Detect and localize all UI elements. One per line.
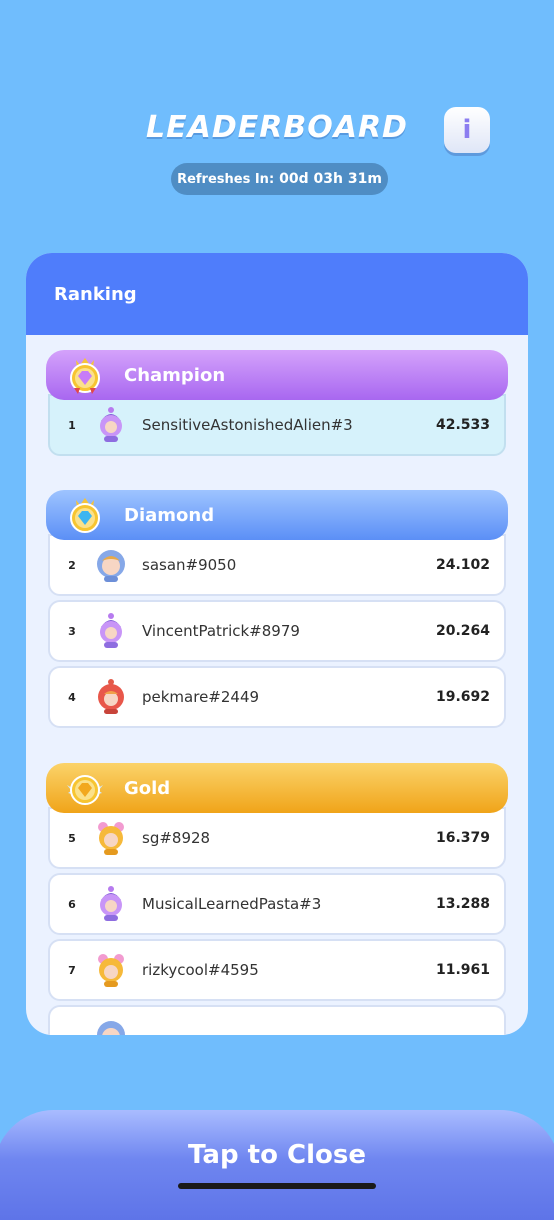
leaderboard-row[interactable]: 1 SensitiveAstonishedAlien#3 42.533: [48, 394, 506, 456]
leaderboard-row[interactable]: 5 sg#8928 16.379: [48, 807, 506, 869]
player-score: 24.102: [435, 557, 490, 573]
player-avatar-icon: [100, 886, 122, 921]
player-avatar-icon: [100, 613, 122, 648]
player-avatar-icon: [98, 822, 124, 855]
rank-number: 7: [68, 963, 76, 977]
player-avatar-icon: [97, 1021, 125, 1035]
player-score: 20.264: [435, 623, 490, 639]
player-score: 19.692: [435, 689, 490, 705]
rank-number: 1: [68, 418, 76, 432]
ranking-panel[interactable]: Ranking Champion 1 SensitiveAstonishedAl…: [26, 253, 528, 1035]
tier-champion: Champion 1 SensitiveAstonishedAlien#3 42…: [46, 350, 508, 460]
rank-number: 4: [68, 690, 76, 704]
leaderboard-row[interactable]: 7 rizkycool#4595 11.961: [48, 939, 506, 1001]
player-score: 11.961: [435, 962, 490, 978]
tier-rows-champion: 1 SensitiveAstonishedAlien#3 42.533: [46, 394, 508, 456]
player-avatar-icon: [98, 679, 124, 714]
player-name: sg#8928: [142, 829, 211, 847]
player-name: SensitiveAstonishedAlien#3: [142, 416, 353, 434]
info-icon: i: [462, 115, 472, 145]
tier-gold: Gold 5 sg#8928 16.379 6 MusicalLearnedPa…: [46, 763, 508, 1035]
player-score: 42.533: [435, 417, 490, 433]
tier-diamond: Diamond 2 sasan#9050 24.102 3 VincentPat…: [46, 490, 508, 732]
refresh-label: Refreshes In:: [177, 171, 275, 187]
player-name: pekmare#2449: [142, 688, 260, 706]
info-button[interactable]: i: [444, 107, 490, 153]
tier-rows-diamond: 2 sasan#9050 24.102 3 VincentPatrick#897…: [46, 534, 508, 728]
tier-header-champion: Champion: [46, 350, 508, 400]
player-score: 16.379: [435, 830, 490, 846]
player-avatar-icon: [97, 550, 125, 582]
diamond-badge-icon: [70, 498, 100, 533]
champion-badge-icon: [70, 358, 100, 394]
player-name: sasan#9050: [142, 556, 237, 574]
player-name: VincentPatrick#8979: [142, 622, 300, 640]
tier-header-diamond: Diamond: [46, 490, 508, 540]
tier-label-diamond: Diamond: [124, 504, 215, 526]
refresh-timer: Refreshes In: 00d 03h 31m: [171, 163, 388, 195]
player-avatar-icon: [98, 954, 124, 987]
tier-label-champion: Champion: [124, 364, 226, 386]
tier-header-gold: Gold: [46, 763, 508, 813]
player-score: 13.288: [435, 896, 490, 912]
rank-number: 5: [68, 831, 76, 845]
leaderboard-row[interactable]: 3 VincentPatrick#8979 20.264: [48, 600, 506, 662]
rank-number: 3: [68, 624, 76, 638]
leaderboard-row[interactable]: 6 MusicalLearnedPasta#3 13.288: [48, 873, 506, 935]
leaderboard-row[interactable]: 2 sasan#9050 24.102: [48, 534, 506, 596]
gold-badge-icon: [67, 775, 103, 805]
rank-number: 2: [68, 558, 76, 572]
player-name: rizkycool#4595: [142, 961, 259, 979]
tier-label-gold: Gold: [124, 777, 171, 799]
refresh-value: 00d 03h 31m: [279, 171, 382, 187]
ranking-heading: Ranking: [26, 253, 528, 335]
home-indicator[interactable]: [178, 1183, 376, 1189]
leaderboard-row[interactable]: 4 pekmare#2449 19.692: [48, 666, 506, 728]
leaderboard-row-partial[interactable]: [48, 1005, 506, 1035]
player-name: MusicalLearnedPasta#3: [142, 895, 322, 913]
tier-rows-gold: 5 sg#8928 16.379 6 MusicalLearnedPasta#3…: [46, 807, 508, 1035]
rank-number: 6: [68, 897, 76, 911]
player-avatar-icon: [100, 407, 122, 442]
close-label[interactable]: Tap to Close: [0, 1140, 554, 1170]
